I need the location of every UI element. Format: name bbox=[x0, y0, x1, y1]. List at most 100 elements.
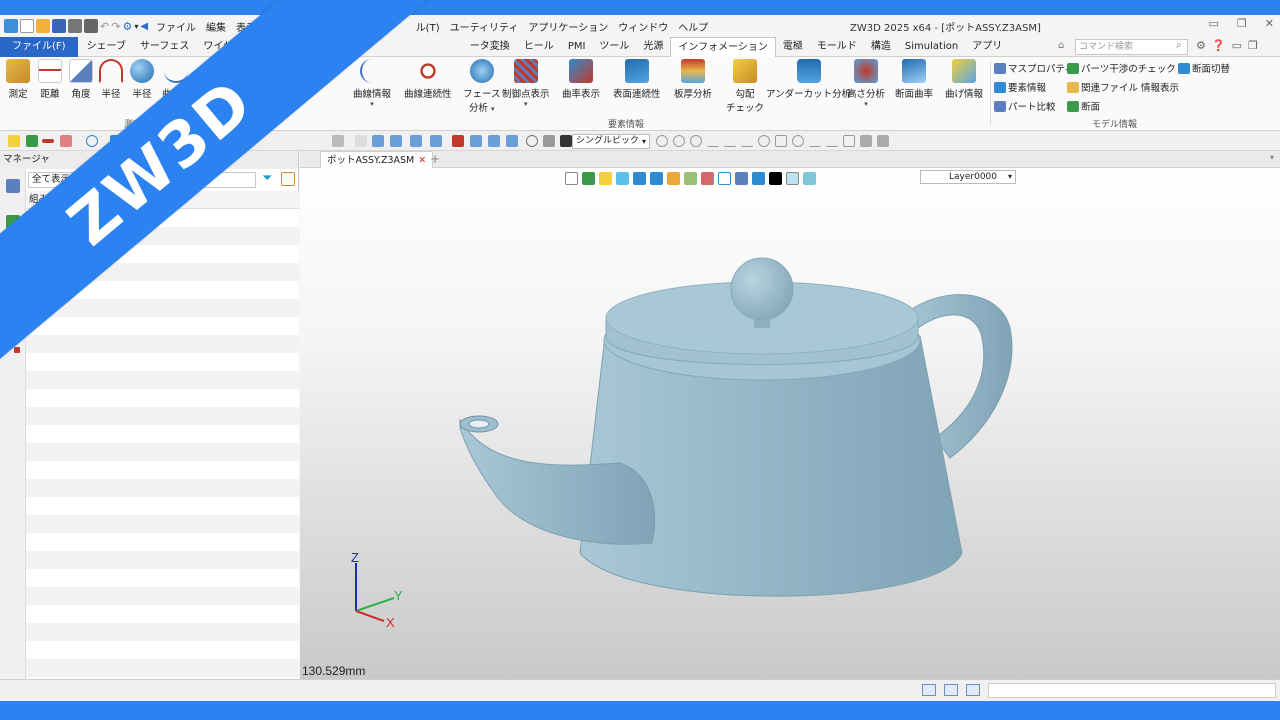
section-toggle-button[interactable]: 断面切替 bbox=[1178, 61, 1230, 75]
filter-options-icon[interactable] bbox=[281, 172, 295, 186]
hexagon-select-icon[interactable] bbox=[86, 135, 98, 147]
minimize-icon[interactable]: ▭ bbox=[1209, 17, 1219, 30]
section-curvature-button[interactable]: 断面曲率 bbox=[895, 59, 933, 100]
tab-file[interactable]: ファイル(F) bbox=[0, 36, 78, 57]
tab-mold[interactable]: モールド bbox=[810, 37, 864, 57]
redo-icon[interactable]: ↷ bbox=[111, 20, 120, 33]
tool-icon[interactable] bbox=[673, 135, 685, 147]
measure-button[interactable]: 測定 bbox=[6, 59, 30, 100]
tool-icon[interactable] bbox=[775, 135, 787, 147]
qa-dropdown-icon[interactable]: ▾ bbox=[134, 22, 138, 31]
tab-tools[interactable]: ツール bbox=[592, 37, 636, 57]
history-tree-icon[interactable] bbox=[6, 179, 20, 193]
command-search-input[interactable]: コマンド検索 bbox=[1075, 39, 1188, 55]
part-compare-button[interactable]: パート比較 bbox=[994, 99, 1056, 113]
tool-icon[interactable] bbox=[410, 135, 422, 147]
3d-viewport[interactable]: Layer0000 Z Y bbox=[300, 168, 1280, 679]
close-icon[interactable]: ✕ bbox=[1265, 17, 1274, 30]
tool-icon[interactable] bbox=[506, 135, 518, 147]
tab-data-convert[interactable]: ータ変換 bbox=[463, 37, 517, 57]
settings-gear-icon[interactable]: ⚙ bbox=[122, 20, 132, 33]
tool-icon[interactable] bbox=[355, 135, 367, 147]
tab-pmi[interactable]: PMI bbox=[561, 37, 593, 57]
tool-icon[interactable] bbox=[543, 135, 555, 147]
tool-icon[interactable] bbox=[809, 135, 821, 147]
draft-check-button[interactable]: 勾配 チェック bbox=[726, 59, 764, 114]
tool-icon[interactable] bbox=[656, 135, 668, 147]
ribbon-minimize-icon[interactable]: ▭ bbox=[1232, 39, 1242, 52]
undercut-analysis-button[interactable]: アンダーカット分析 bbox=[766, 59, 851, 100]
menu-window[interactable]: ウィンドウ bbox=[618, 19, 668, 34]
tool-icon[interactable] bbox=[826, 135, 838, 147]
interference-check-button[interactable]: パーツ干渉のチェック bbox=[1067, 61, 1176, 75]
bend-info-button[interactable]: 曲げ情報 bbox=[945, 59, 983, 100]
filter-funnel-icon[interactable]: ⏷ bbox=[262, 171, 272, 186]
ribbon-restore-icon[interactable]: ❐ bbox=[1248, 39, 1258, 52]
tool-icon[interactable] bbox=[843, 135, 855, 147]
tool-icon[interactable] bbox=[560, 135, 572, 147]
print-icon[interactable] bbox=[68, 19, 82, 33]
tab-heal[interactable]: ヒール bbox=[517, 37, 561, 57]
tab-information[interactable]: インフォメーション bbox=[670, 36, 776, 57]
restore-icon[interactable]: ❐ bbox=[1237, 17, 1247, 30]
pick-cursor-icon[interactable] bbox=[8, 135, 20, 147]
height-analysis-button[interactable]: 高さ分析 ▾ bbox=[847, 59, 885, 108]
print-preview-icon[interactable] bbox=[84, 19, 98, 33]
search-icon[interactable]: ⌕ bbox=[1176, 40, 1182, 51]
tab-list-dropdown-icon[interactable]: ▾ bbox=[1270, 153, 1274, 162]
new-file-icon[interactable] bbox=[20, 19, 34, 33]
element-info-button[interactable]: 要素情報 bbox=[994, 80, 1046, 94]
related-file-info-button[interactable]: 関連ファイル 情報表示 bbox=[1067, 80, 1179, 94]
tool-icon[interactable] bbox=[758, 135, 770, 147]
tool-icon[interactable] bbox=[724, 135, 736, 147]
menu-edit[interactable]: 編集 bbox=[206, 19, 226, 34]
curvature-display-button[interactable]: 曲率表示 bbox=[562, 59, 600, 100]
refresh-icon[interactable] bbox=[526, 135, 538, 147]
undo-icon[interactable]: ↶ bbox=[100, 20, 109, 33]
tool-icon[interactable] bbox=[488, 135, 500, 147]
tool-icon[interactable] bbox=[390, 135, 402, 147]
tool-icon[interactable] bbox=[470, 135, 482, 147]
tool-icon[interactable] bbox=[860, 135, 872, 147]
tool-icon[interactable] bbox=[707, 135, 719, 147]
open-folder-icon[interactable] bbox=[36, 19, 50, 33]
tab-simulation[interactable]: Simulation bbox=[898, 37, 965, 57]
panel-toggle-icon[interactable]: ◀ bbox=[140, 21, 148, 32]
tool-icon[interactable] bbox=[332, 135, 344, 147]
document-tab[interactable]: ポットASSY.Z3ASM ✕ bbox=[320, 151, 434, 168]
control-points-button[interactable]: 制御点表示 ▾ bbox=[502, 59, 550, 108]
menu-utility[interactable]: ユーティリティ bbox=[450, 19, 519, 34]
tool-icon[interactable] bbox=[741, 135, 753, 147]
menu-tools[interactable]: ル(T) bbox=[416, 19, 440, 34]
tool-icon[interactable] bbox=[452, 135, 464, 147]
menu-help[interactable]: ヘルプ bbox=[678, 19, 708, 34]
options-gear-icon[interactable]: ⚙ bbox=[1196, 39, 1206, 52]
tab-electrode[interactable]: 電極 bbox=[776, 37, 810, 57]
mass-property-button[interactable]: マスプロパティ bbox=[994, 61, 1074, 75]
add-icon[interactable] bbox=[26, 135, 38, 147]
surface-continuity-button[interactable]: 表面連続性 bbox=[613, 59, 661, 100]
close-tab-icon[interactable]: ✕ bbox=[418, 155, 426, 166]
menu-application[interactable]: アプリケーション bbox=[528, 19, 608, 34]
teapot-model[interactable] bbox=[300, 168, 1280, 679]
tab-shape[interactable]: シェーブ bbox=[80, 37, 133, 57]
help-icon[interactable]: ❓ bbox=[1212, 39, 1226, 52]
face-analysis-button[interactable]: フェース 分析 ▾ bbox=[463, 59, 501, 114]
tab-structure[interactable]: 構造 bbox=[864, 37, 898, 57]
tab-surface[interactable]: サーフェス bbox=[133, 37, 196, 57]
tab-lighting[interactable]: 光源 bbox=[636, 37, 670, 57]
distance-button[interactable]: 距離 bbox=[38, 59, 62, 100]
remove-icon[interactable] bbox=[42, 139, 54, 143]
status-layout-icon[interactable] bbox=[922, 684, 936, 696]
thickness-analysis-button[interactable]: 板厚分析 bbox=[674, 59, 712, 100]
tool-icon[interactable] bbox=[792, 135, 804, 147]
curve-continuity-button[interactable]: 曲線連続性 bbox=[404, 59, 452, 100]
menu-file[interactable]: ファイル bbox=[156, 19, 196, 34]
angle-button[interactable]: 角度 bbox=[69, 59, 93, 100]
status-display-icon[interactable] bbox=[944, 684, 958, 696]
pick-mode-select[interactable]: シングルピック bbox=[572, 134, 650, 149]
tool-icon[interactable] bbox=[372, 135, 384, 147]
sphere-radius-button[interactable]: 半径 bbox=[130, 59, 154, 100]
tab-apps[interactable]: アプリ bbox=[965, 37, 1009, 57]
status-list-icon[interactable] bbox=[966, 684, 980, 696]
